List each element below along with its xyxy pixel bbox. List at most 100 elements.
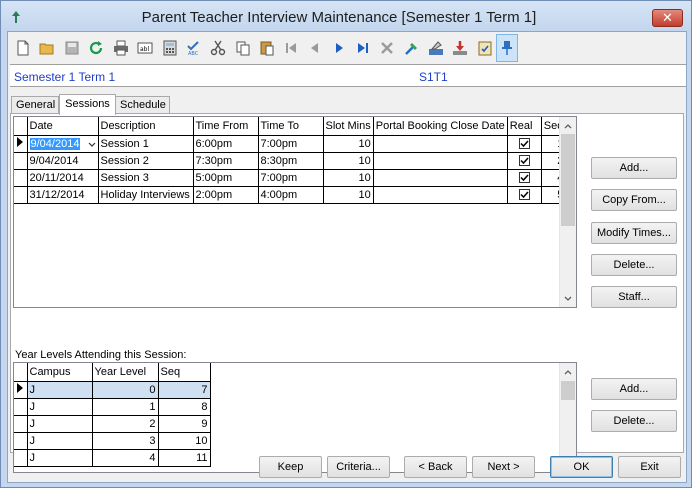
cell-time-from[interactable]: 5:00pm <box>193 169 259 187</box>
cell-date[interactable]: 9/04/2014 <box>27 135 99 153</box>
cell-seq[interactable]: 10 <box>158 432 211 450</box>
cell-real[interactable] <box>507 186 542 204</box>
real-checkbox[interactable] <box>518 138 530 150</box>
table-row[interactable]: 20/11/2014 Session 3 5:00pm 7:00pm 10 4 <box>14 169 567 187</box>
cell-seq[interactable]: 9 <box>158 415 211 433</box>
cell-description[interactable]: Session 1 <box>98 135 194 153</box>
criteria-button[interactable]: Criteria... <box>327 456 390 478</box>
ok-button[interactable]: OK <box>550 456 613 478</box>
cell-slot-mins[interactable]: 10 <box>323 135 374 153</box>
delete-session-button[interactable]: Delete... <box>591 254 677 276</box>
cell-slot-mins[interactable]: 10 <box>323 186 374 204</box>
real-checkbox[interactable] <box>518 155 530 167</box>
cell-date[interactable]: 20/11/2014 <box>27 169 99 187</box>
sessions-scrollbar[interactable] <box>559 117 576 307</box>
table-row[interactable]: J 3 10 <box>14 432 211 450</box>
cell-time-from[interactable]: 2:00pm <box>193 186 259 204</box>
delete-year-level-button[interactable]: Delete... <box>591 410 677 432</box>
cell-portal-close[interactable] <box>373 169 508 187</box>
pin-icon[interactable] <box>496 34 518 62</box>
column-header-portal-close[interactable]: Portal Booking Close Date <box>373 117 508 136</box>
cell-year-level[interactable]: 0 <box>92 381 159 399</box>
table-row[interactable]: J 1 8 <box>14 398 211 416</box>
table-row[interactable]: J 0 7 <box>14 381 211 399</box>
column-header-description[interactable]: Description <box>98 117 194 136</box>
cell-time-to[interactable]: 7:00pm <box>258 169 324 187</box>
scroll-down-icon[interactable] <box>560 290 576 307</box>
cell-description[interactable]: Holiday Interviews <box>98 186 194 204</box>
selected-date-value[interactable]: 9/04/2014 <box>29 137 81 150</box>
cell-real[interactable] <box>507 169 542 187</box>
download-icon[interactable] <box>449 37 471 59</box>
tab-general[interactable]: General <box>11 96 59 114</box>
text-field-icon[interactable]: abl <box>134 37 156 59</box>
first-record-icon[interactable] <box>280 37 302 59</box>
add-year-level-button[interactable]: Add... <box>591 378 677 400</box>
scroll-thumb[interactable] <box>561 134 575 226</box>
cell-year-level[interactable]: 3 <box>92 432 159 450</box>
next-record-icon[interactable] <box>328 37 350 59</box>
cell-time-to[interactable]: 7:00pm <box>258 135 324 153</box>
real-checkbox[interactable] <box>518 172 530 184</box>
real-checkbox[interactable] <box>518 189 530 201</box>
copy-icon[interactable] <box>232 37 254 59</box>
new-icon[interactable] <box>12 37 34 59</box>
scroll-up-icon[interactable] <box>560 363 576 380</box>
save-icon[interactable] <box>61 37 83 59</box>
sign-icon[interactable] <box>425 37 447 59</box>
close-button[interactable]: ✕ <box>652 9 683 27</box>
table-row[interactable]: J 2 9 <box>14 415 211 433</box>
column-header-time-to[interactable]: Time To <box>258 117 324 136</box>
cell-portal-close[interactable] <box>373 135 508 153</box>
column-header-date[interactable]: Date <box>27 117 99 136</box>
cell-campus[interactable]: J <box>27 449 93 467</box>
title-bar[interactable]: Parent Teacher Interview Maintenance [Se… <box>1 1 691 31</box>
table-row[interactable]: 31/12/2014 Holiday Interviews 2:00pm 4:0… <box>14 186 567 204</box>
cut-icon[interactable] <box>207 37 229 59</box>
cell-time-from[interactable]: 7:30pm <box>193 152 259 170</box>
cell-portal-close[interactable] <box>373 186 508 204</box>
add-session-button[interactable]: Add... <box>591 157 677 179</box>
column-header-year-level[interactable]: Year Level <box>92 363 159 382</box>
sessions-grid[interactable]: Date Description Time From Time To Slot … <box>13 116 577 308</box>
back-button[interactable]: < Back <box>404 456 467 478</box>
staff-button[interactable]: Staff... <box>591 286 677 308</box>
cell-description[interactable]: Session 3 <box>98 169 194 187</box>
calculator-icon[interactable] <box>159 37 181 59</box>
cell-time-to[interactable]: 8:30pm <box>258 152 324 170</box>
cell-seq[interactable]: 7 <box>158 381 211 399</box>
cell-portal-close[interactable] <box>373 152 508 170</box>
cell-campus[interactable]: J <box>27 432 93 450</box>
keep-button[interactable]: Keep <box>259 456 322 478</box>
table-row[interactable]: 9/04/2014 Session 2 7:30pm 8:30pm 10 2 <box>14 152 567 170</box>
cell-seq[interactable]: 8 <box>158 398 211 416</box>
cell-campus[interactable]: J <box>27 381 93 399</box>
cell-real[interactable] <box>507 135 542 153</box>
chevron-down-icon[interactable] <box>88 141 96 149</box>
cell-slot-mins[interactable]: 10 <box>323 169 374 187</box>
cell-date[interactable]: 31/12/2014 <box>27 186 99 204</box>
exit-button[interactable]: Exit <box>618 456 681 478</box>
column-header-slot-mins[interactable]: Slot Mins <box>323 117 374 136</box>
print-icon[interactable] <box>110 37 132 59</box>
last-record-icon[interactable] <box>352 37 374 59</box>
column-header-seq[interactable]: Seq <box>158 363 211 382</box>
next-button[interactable]: Next > <box>472 456 535 478</box>
table-row[interactable]: J 4 11 <box>14 449 211 467</box>
tools-icon[interactable] <box>401 37 423 59</box>
cell-campus[interactable]: J <box>27 415 93 433</box>
cell-seq[interactable]: 11 <box>158 449 211 467</box>
cell-time-to[interactable]: 4:00pm <box>258 186 324 204</box>
column-header-real[interactable]: Real <box>507 117 542 136</box>
cell-year-level[interactable]: 1 <box>92 398 159 416</box>
cell-date[interactable]: 9/04/2014 <box>27 152 99 170</box>
cell-real[interactable] <box>507 152 542 170</box>
cell-campus[interactable]: J <box>27 398 93 416</box>
table-row[interactable]: 9/04/2014 Session 1 6:00pm 7:00pm 10 1 <box>14 135 567 153</box>
column-header-campus[interactable]: Campus <box>27 363 93 382</box>
delete-icon[interactable] <box>376 37 398 59</box>
column-header-time-from[interactable]: Time From <box>193 117 259 136</box>
cell-description[interactable]: Session 2 <box>98 152 194 170</box>
cell-year-level[interactable]: 4 <box>92 449 159 467</box>
refresh-icon[interactable] <box>85 37 107 59</box>
